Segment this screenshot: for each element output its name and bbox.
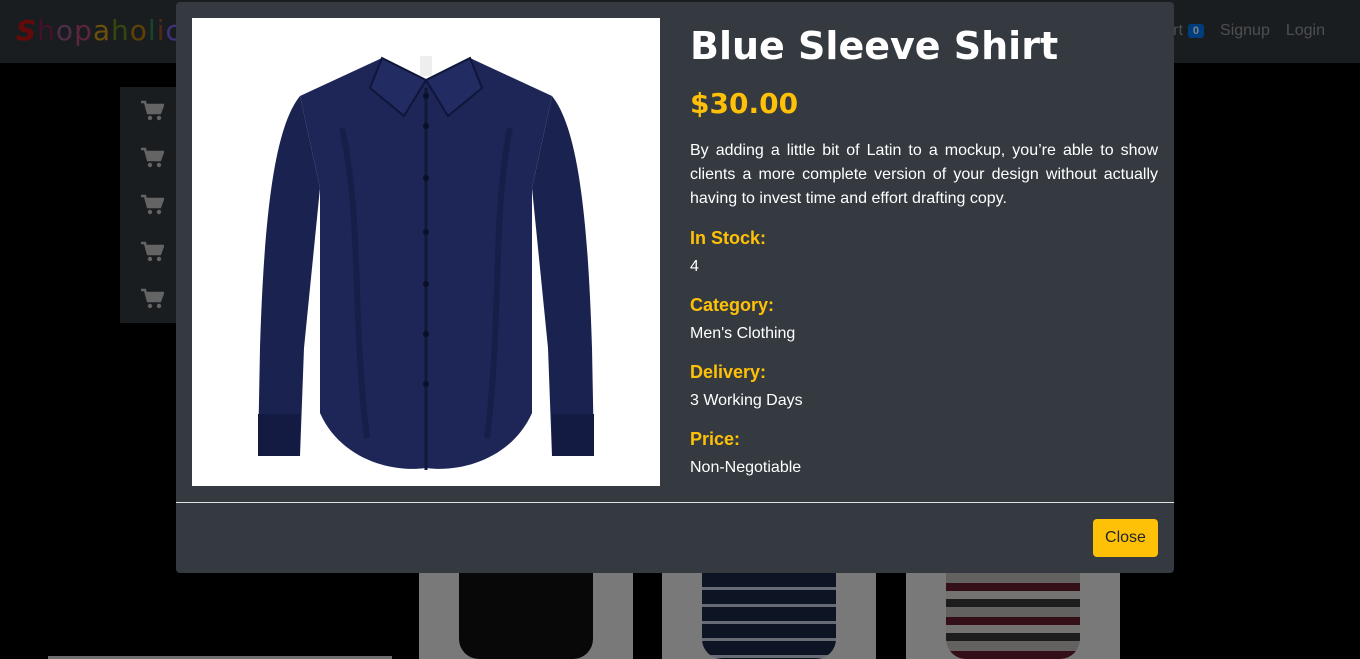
product-details: Blue Sleeve Shirt $30.00 By adding a lit… <box>690 18 1158 479</box>
product-image <box>192 18 660 486</box>
shirt-image <box>258 56 594 470</box>
product-price: $30.00 <box>690 87 799 120</box>
delivery-value: 3 Working Days <box>690 392 803 409</box>
product-detail-modal: Blue Sleeve Shirt $30.00 By adding a lit… <box>176 2 1174 573</box>
close-button[interactable]: Close <box>1093 519 1158 557</box>
product-description: By adding a little bit of Latin to a moc… <box>690 142 1158 207</box>
product-title: Blue Sleeve Shirt <box>690 24 1059 68</box>
modal-body: Blue Sleeve Shirt $30.00 By adding a lit… <box>192 18 1158 502</box>
delivery-label: Delivery: <box>690 362 767 382</box>
price-policy-label: Price: <box>690 429 741 449</box>
modal-footer-divider <box>176 502 1174 503</box>
in-stock-value: 4 <box>690 258 699 275</box>
category-value: Men's Clothing <box>690 325 796 342</box>
price-policy-value: Non-Negotiable <box>690 459 802 476</box>
category-label: Category: <box>690 295 775 315</box>
in-stock-label: In Stock: <box>690 228 767 248</box>
